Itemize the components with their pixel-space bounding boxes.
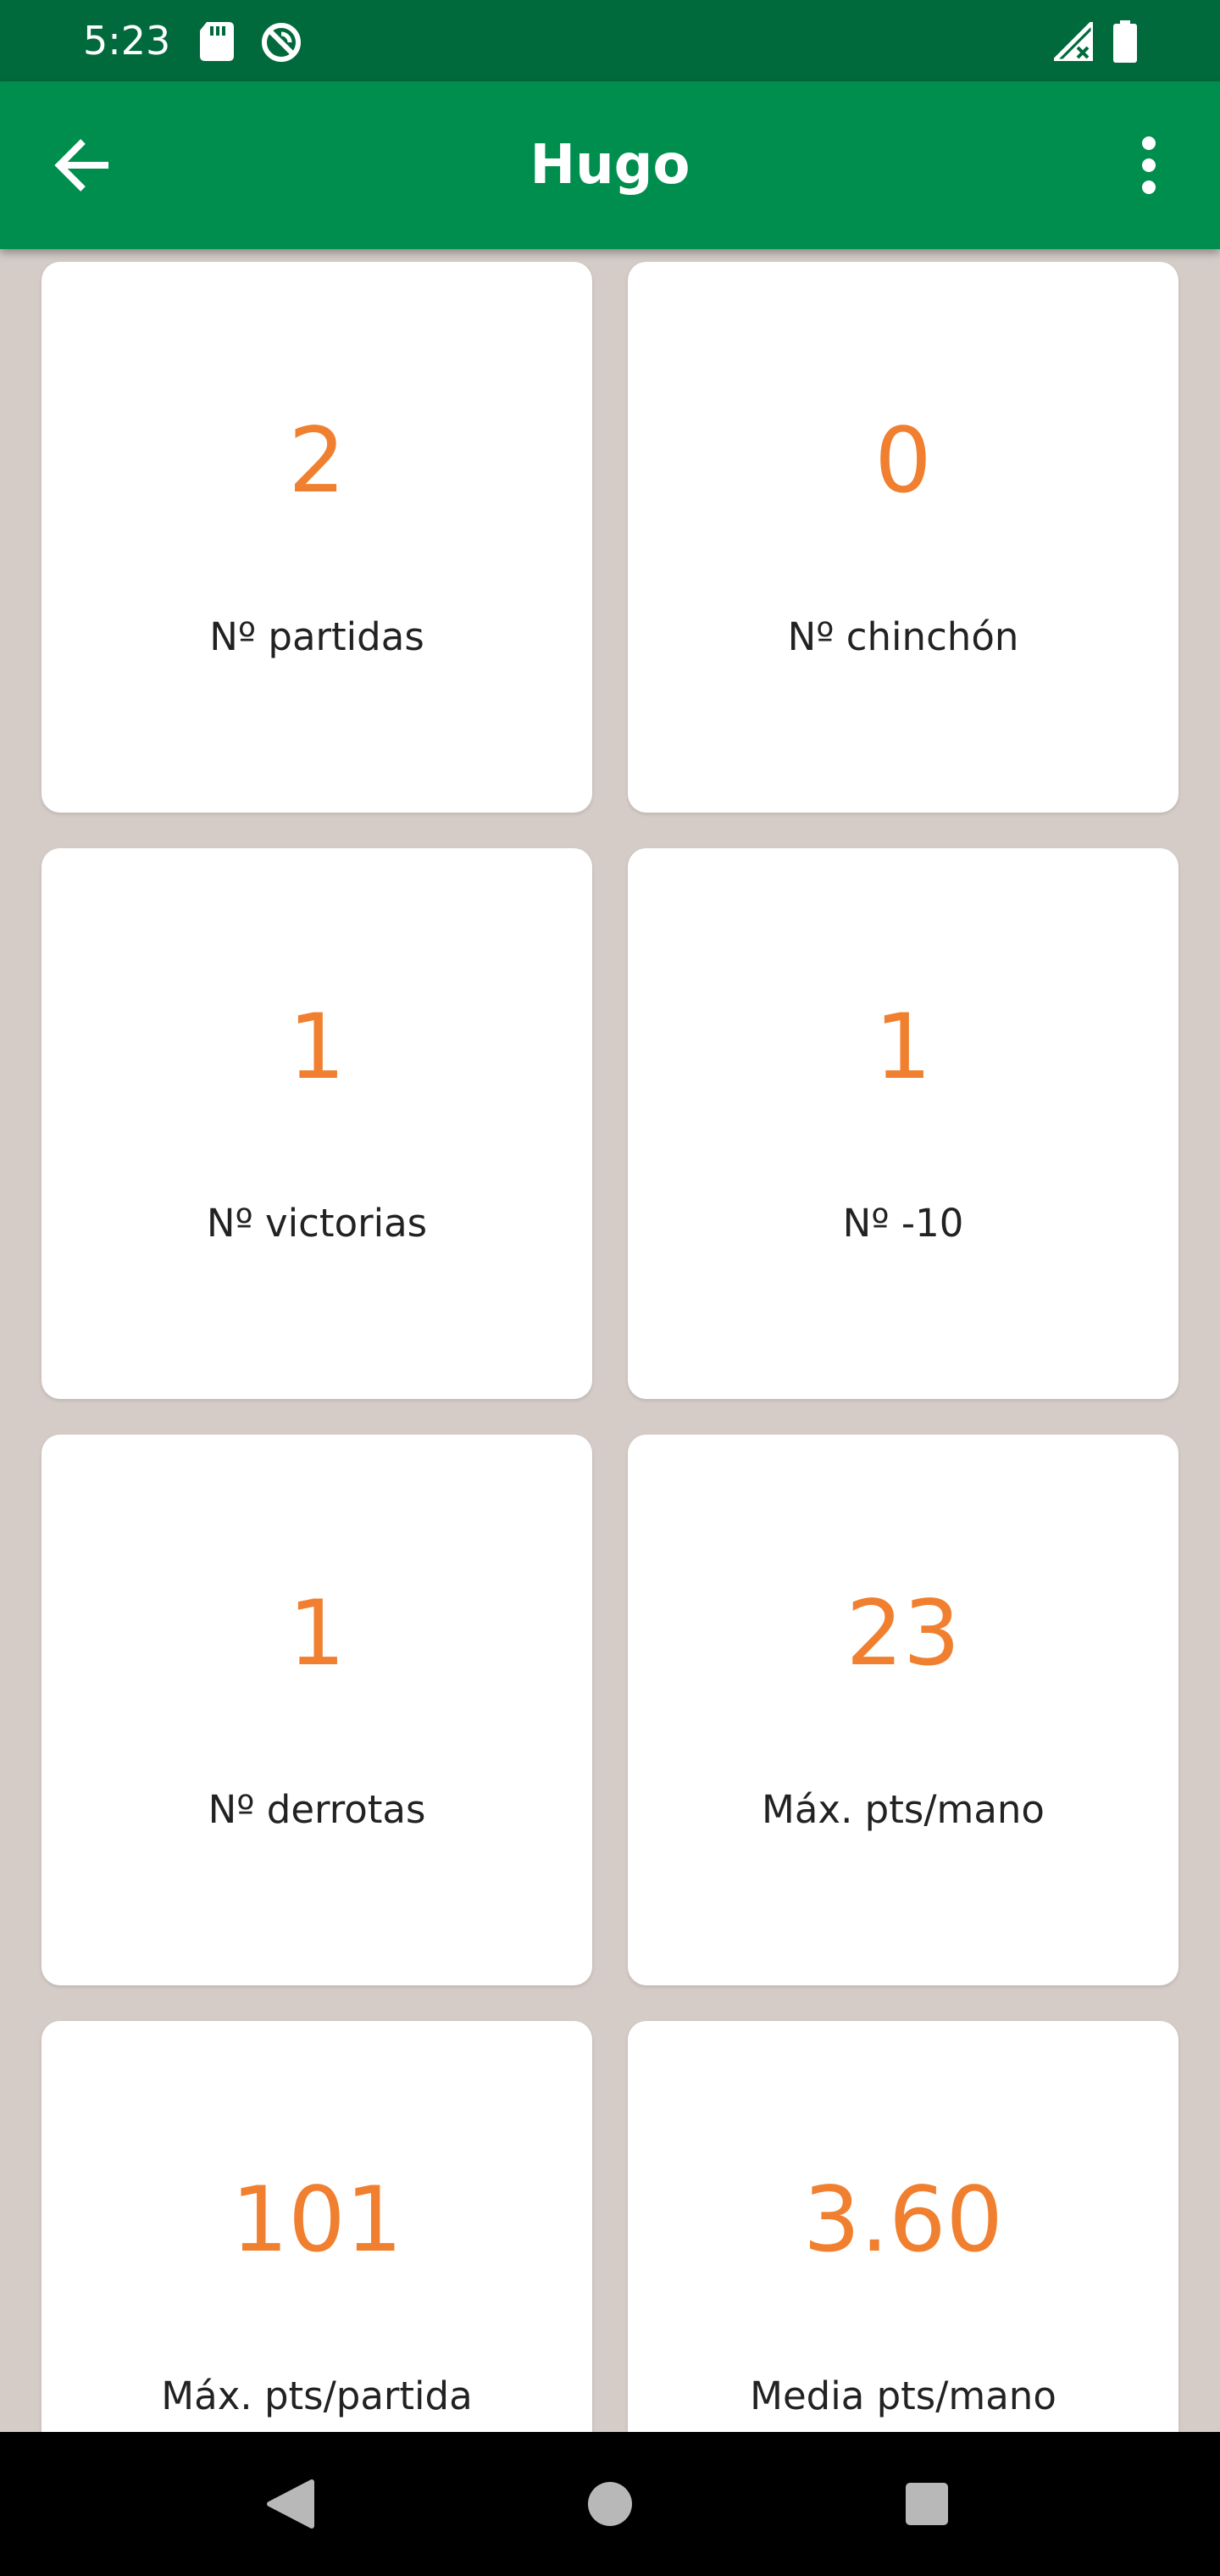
battery-icon — [1113, 20, 1137, 67]
stat-label: Nº chinchón — [787, 614, 1019, 659]
stat-label: Nº derrotas — [208, 1787, 426, 1832]
stat-value: 2 — [288, 408, 346, 513]
stat-value: 1 — [288, 995, 346, 1099]
home-circle-icon — [588, 2482, 632, 2526]
stat-label: Máx. pts/mano — [762, 1787, 1045, 1832]
sd-card-icon — [200, 22, 234, 65]
stat-card-avg-points-hand: 3.60 Media pts/mano — [628, 2021, 1178, 2432]
system-nav-bar — [0, 2432, 1220, 2576]
app-bar: Hugo — [0, 81, 1220, 249]
stat-value: 1 — [874, 995, 932, 1099]
arrow-back-icon — [54, 139, 108, 192]
stat-label: Nº partidas — [209, 614, 424, 659]
stat-label: Nº victorias — [206, 1201, 428, 1246]
status-bar: 5:23 — [0, 0, 1220, 81]
stat-card-chinchon: 0 Nº chinchón — [628, 262, 1178, 813]
stat-label: Nº -10 — [842, 1201, 964, 1246]
status-time: 5:23 — [83, 18, 171, 64]
overflow-menu-button[interactable] — [1098, 114, 1200, 216]
page-title: Hugo — [530, 134, 690, 197]
stat-card-losses: 1 Nº derrotas — [42, 1435, 592, 1985]
stat-label: Media pts/mano — [750, 2373, 1056, 2418]
stat-card-wins: 1 Nº victorias — [42, 848, 592, 1399]
signal-no-data-icon — [1048, 16, 1095, 65]
stat-value: 1 — [288, 1581, 346, 1685]
nav-back-button[interactable] — [239, 2453, 341, 2555]
more-vertical-icon — [1142, 136, 1156, 194]
back-triangle-icon — [267, 2479, 314, 2529]
stat-card-max-points-hand: 23 Máx. pts/mano — [628, 1435, 1178, 1985]
stat-value: 0 — [874, 408, 932, 513]
stat-card-max-points-game: 101 Máx. pts/partida — [42, 2021, 592, 2432]
stat-value: 23 — [846, 1581, 961, 1685]
stat-value: 101 — [230, 2168, 403, 2272]
sync-disabled-icon — [259, 20, 303, 69]
stat-value: 3.60 — [802, 2168, 1003, 2272]
back-button[interactable] — [32, 114, 134, 216]
nav-home-button[interactable] — [559, 2453, 661, 2555]
stat-label: Máx. pts/partida — [161, 2373, 473, 2418]
nav-recents-button[interactable] — [876, 2453, 978, 2555]
recents-square-icon — [906, 2483, 948, 2525]
stats-grid: 2 Nº partidas 0 Nº chinchón 1 Nº victori… — [0, 249, 1220, 2432]
stat-card-games: 2 Nº partidas — [42, 262, 592, 813]
stat-card-minus-ten: 1 Nº -10 — [628, 848, 1178, 1399]
